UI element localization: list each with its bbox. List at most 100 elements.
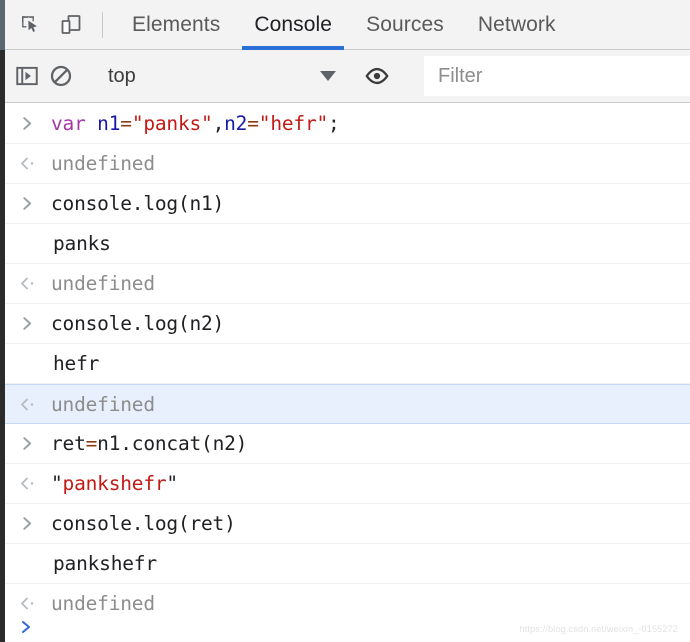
input-arrow-icon — [19, 315, 51, 332]
console-message-text: hefr — [51, 352, 99, 375]
tab-network-label: Network — [477, 12, 556, 36]
token: ret — [51, 432, 86, 455]
input-arrow-icon — [19, 515, 51, 532]
output-arrow-icon — [19, 595, 51, 612]
input-arrow-icon-glyph — [23, 197, 32, 210]
console-filter-input[interactable] — [424, 56, 690, 96]
window-left-edge-top — [0, 0, 5, 50]
output-arrow-icon — [19, 396, 51, 413]
devtools-tabbar: Elements Console Sources Network — [0, 0, 690, 50]
token: panks — [53, 232, 111, 255]
console-message-text: console.log(ret) — [51, 512, 236, 535]
tab-console-label: Console — [254, 12, 333, 36]
console-message-text: console.log(n2) — [51, 312, 224, 335]
tab-sources-label: Sources — [366, 12, 444, 36]
token: "hefr" — [258, 112, 329, 135]
token: console.log(n2) — [51, 312, 225, 335]
tab-elements[interactable]: Elements — [115, 0, 237, 50]
token: " — [166, 472, 178, 495]
window-left-edge — [0, 0, 5, 642]
panel-tabs: Elements Console Sources Network — [115, 0, 573, 50]
console-message-log[interactable]: pankshefr — [5, 544, 690, 584]
tab-network[interactable]: Network — [461, 0, 573, 50]
console-message-text: "pankshefr" — [51, 472, 178, 495]
javascript-context-value: top — [108, 64, 136, 87]
output-arrow-icon-glyph — [21, 597, 34, 610]
clear-console-icon-glyph — [50, 65, 72, 87]
console-message-text: console.log(n1) — [51, 192, 224, 215]
console-sidebar-toggle-icon-glyph — [16, 66, 38, 86]
output-arrow-icon-glyph — [21, 277, 34, 290]
javascript-context-selector[interactable]: top — [102, 59, 344, 93]
console-message-text: var n1="panks",n2="hefr"; — [51, 112, 340, 135]
token: = — [85, 432, 98, 455]
console-message-input[interactable]: console.log(ret) — [5, 504, 690, 544]
output-arrow-icon-glyph — [21, 477, 34, 490]
console-message-input[interactable]: ret=n1.concat(n2) — [5, 424, 690, 464]
tab-elements-label: Elements — [132, 12, 221, 36]
token: var — [51, 112, 98, 135]
live-expression-eye-icon-glyph — [365, 67, 389, 85]
inspect-element-icon[interactable] — [14, 8, 48, 42]
watermark: https://blog.csdn.net/weixin_-0155272 — [519, 624, 678, 634]
input-arrow-icon-glyph — [23, 517, 32, 530]
input-arrow-icon — [19, 115, 51, 132]
token: pankshefr — [62, 472, 167, 495]
console-message-text: undefined — [51, 152, 155, 175]
token: undefined — [51, 272, 155, 295]
output-arrow-icon-glyph — [21, 398, 34, 410]
console-sidebar-toggle-icon[interactable] — [14, 59, 40, 93]
token: hefr — [53, 352, 100, 375]
devtools-window: Elements Console Sources Network top Fil… — [0, 0, 690, 642]
output-arrow-icon-glyph — [21, 157, 34, 170]
token: pankshefr — [53, 552, 157, 575]
input-arrow-icon — [19, 195, 51, 212]
input-arrow-icon-glyph — [23, 437, 32, 450]
device-toolbar-icon[interactable] — [54, 8, 88, 42]
token: ; — [328, 112, 340, 135]
live-expression-eye-icon[interactable] — [364, 59, 390, 93]
tab-console[interactable]: Console — [237, 0, 349, 50]
console-message-input[interactable]: console.log(n1) — [5, 184, 690, 224]
token: console.log(ret) — [51, 512, 236, 535]
token: "panks" — [131, 112, 213, 135]
chevron-down-icon — [320, 71, 336, 81]
prompt-arrow-icon — [19, 619, 51, 635]
console-message-text: undefined — [51, 393, 155, 416]
console-message-text: undefined — [51, 272, 155, 295]
console-message-result[interactable]: undefined — [5, 264, 690, 304]
token: = — [120, 112, 132, 135]
token: , — [212, 112, 225, 135]
input-arrow-icon-glyph — [23, 317, 32, 330]
console-message-text: ret=n1.concat(n2) — [51, 432, 247, 455]
token: undefined — [51, 152, 155, 175]
token: n1.concat(n2) — [97, 432, 248, 455]
tabbar-divider — [102, 11, 103, 38]
console-message-log[interactable]: panks — [5, 224, 690, 264]
input-arrow-icon — [19, 435, 51, 452]
console-message-input[interactable]: var n1="panks",n2="hefr"; — [5, 104, 690, 144]
token: = — [247, 112, 259, 135]
output-arrow-icon — [19, 475, 51, 492]
tab-sources[interactable]: Sources — [349, 0, 461, 50]
console-message-result[interactable]: undefined — [5, 384, 690, 424]
console-message-text: panks — [51, 232, 111, 255]
token: undefined — [51, 392, 155, 416]
console-message-input[interactable]: console.log(n2) — [5, 304, 690, 344]
output-arrow-icon — [19, 155, 51, 172]
console-message-log[interactable]: hefr — [5, 344, 690, 384]
token: console.log(n1) — [51, 192, 225, 215]
clear-console-icon[interactable] — [48, 59, 74, 93]
token: n1 — [97, 112, 121, 135]
input-arrow-icon-glyph — [23, 117, 32, 130]
console-message-list[interactable]: var n1="panks",n2="hefr"; undefined consol… — [5, 104, 690, 642]
console-message-result[interactable]: "pankshefr" — [5, 464, 690, 504]
inspect-element-icon-glyph — [22, 15, 37, 32]
console-message-result[interactable]: undefined — [5, 144, 690, 184]
token: n2 — [224, 112, 248, 135]
prompt-arrow-icon-glyph — [22, 621, 30, 633]
output-arrow-icon — [19, 275, 51, 292]
device-toolbar-icon-glyph — [61, 14, 81, 34]
token: " — [51, 472, 63, 495]
console-message-text: pankshefr — [51, 552, 157, 575]
